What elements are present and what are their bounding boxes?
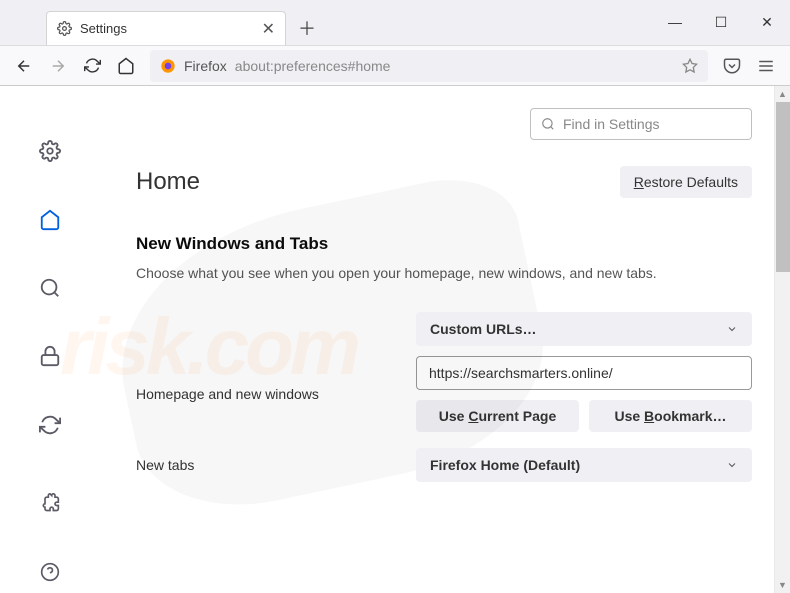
sidebar-item-search[interactable] [28,267,72,309]
settings-sidebar [0,86,100,593]
new-tab-button[interactable]: ＋ [292,13,322,43]
firefox-icon [160,58,176,74]
reload-button[interactable] [76,50,108,82]
search-icon [541,117,555,131]
scroll-down-arrow[interactable]: ▼ [775,577,790,593]
settings-pane: Find in Settings Home Restore Defaults N… [100,86,774,593]
url-bar[interactable]: Firefox about:preferences#home [150,50,708,82]
find-in-settings-input[interactable]: Find in Settings [530,108,752,140]
select-value: Firefox Home (Default) [430,457,580,473]
back-button[interactable] [8,50,40,82]
sidebar-item-home[interactable] [28,198,72,240]
title-bar: Settings ✕ ＋ — ☐ ✕ [0,0,790,46]
scrollbar[interactable]: ▲ ▼ [774,86,790,593]
use-current-page-button[interactable]: Use Current Page [416,400,579,432]
scroll-up-arrow[interactable]: ▲ [775,86,790,102]
close-tab-icon[interactable]: ✕ [262,19,275,39]
section-heading: New Windows and Tabs [136,234,752,254]
url-path: about:preferences#home [235,58,391,74]
window-close-button[interactable]: ✕ [744,0,790,45]
search-placeholder: Find in Settings [563,116,660,132]
sidebar-item-general[interactable] [28,130,72,172]
forward-button[interactable] [42,50,74,82]
homepage-url-input[interactable] [416,356,752,390]
lock-icon [39,345,61,367]
browser-toolbar: Firefox about:preferences#home [0,46,790,86]
sync-icon [39,414,61,436]
section-description: Choose what you see when you open your h… [136,264,752,284]
url-identity-label: Firefox [184,58,227,74]
bookmark-star-icon[interactable] [682,58,698,74]
home-button[interactable] [110,50,142,82]
new-tabs-select[interactable]: Firefox Home (Default) [416,448,752,482]
help-icon [40,562,60,582]
minimize-button[interactable]: — [652,0,698,45]
homepage-label: Homepage and new windows [136,386,416,402]
gear-icon [57,21,72,36]
puzzle-icon [40,493,60,513]
chevron-down-icon [726,323,738,335]
sidebar-item-privacy[interactable] [28,335,72,377]
browser-tab-settings[interactable]: Settings ✕ [46,11,286,45]
sidebar-item-extensions[interactable] [28,482,72,524]
gear-icon [39,140,61,162]
select-value: Custom URLs… [430,321,537,337]
scrollbar-thumb[interactable] [776,102,790,272]
maximize-button[interactable]: ☐ [698,0,744,45]
search-icon [39,277,61,299]
home-icon [39,209,61,231]
new-tabs-label: New tabs [136,457,416,473]
chevron-down-icon [726,459,738,471]
page-title: Home [136,168,200,196]
homepage-mode-select[interactable]: Custom URLs… [416,312,752,346]
sidebar-item-help[interactable] [28,551,72,593]
tab-title: Settings [80,21,127,36]
restore-defaults-button[interactable]: Restore Defaults [620,166,752,198]
use-bookmark-button[interactable]: Use Bookmark… [589,400,752,432]
menu-button[interactable] [750,50,782,82]
sidebar-item-sync[interactable] [28,404,72,446]
pocket-button[interactable] [716,50,748,82]
